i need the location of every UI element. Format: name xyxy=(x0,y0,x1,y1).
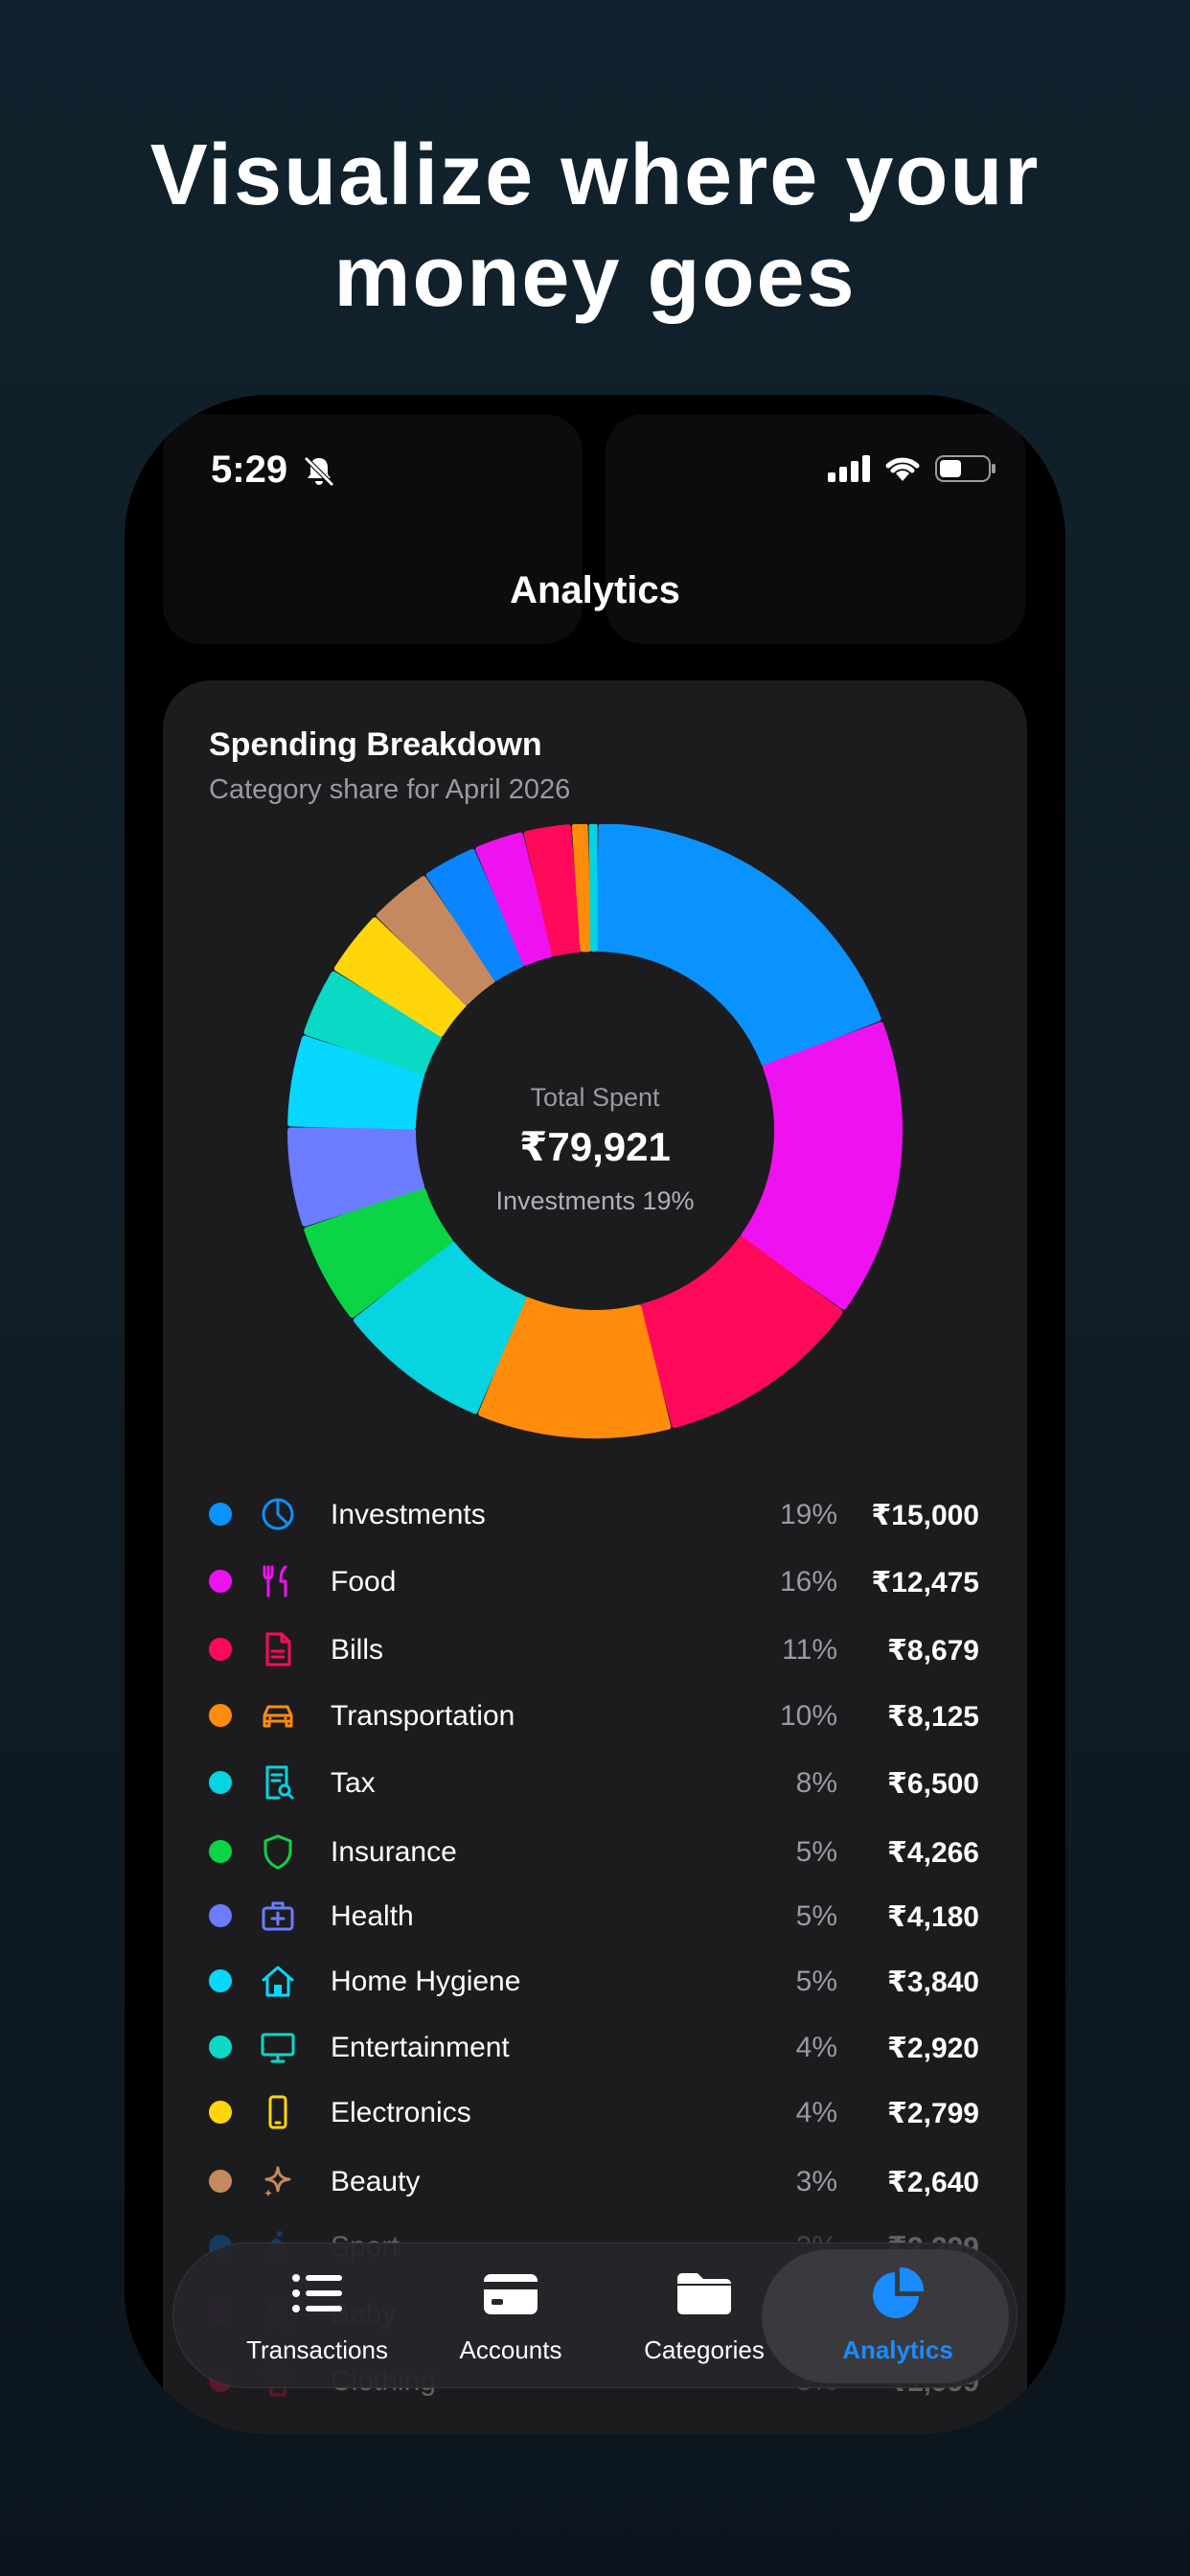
category-percent: 5% xyxy=(795,1900,837,1932)
document-icon xyxy=(265,1632,291,1667)
headline-line-1: Visualize where your xyxy=(149,127,1041,223)
category-percent: 5% xyxy=(795,1966,837,1997)
category-name: Insurance xyxy=(331,1836,457,1868)
category-name: Investments xyxy=(331,1499,486,1530)
headline-line-2: money goes xyxy=(333,229,857,325)
status-time: 5:29 xyxy=(211,448,288,491)
color-dot xyxy=(209,1771,232,1794)
category-amount: ₹3,840 xyxy=(887,1966,979,1998)
wifi-icon xyxy=(885,457,920,481)
tab-label: Accounts xyxy=(459,2335,562,2364)
battery-icon xyxy=(935,455,995,482)
sparkle-icon xyxy=(264,2166,291,2197)
category-row-entertainment[interactable]: Entertainment 4% ₹2,920 xyxy=(163,2018,1027,2076)
medical-kit-icon xyxy=(262,1901,294,1931)
category-amount: ₹2,799 xyxy=(887,2098,979,2129)
tab-label: Categories xyxy=(644,2335,765,2364)
category-percent: 16% xyxy=(779,1566,837,1598)
category-amount: ₹4,266 xyxy=(887,1837,979,1869)
category-amount: ₹6,500 xyxy=(887,1768,979,1800)
category-row-food[interactable]: Food 16% ₹12,475 xyxy=(163,1552,1027,1610)
category-row-electronics[interactable]: Electronics 4% ₹2,799 xyxy=(163,2083,1027,2141)
monitor-icon xyxy=(261,2033,295,2063)
color-dot xyxy=(209,1638,232,1661)
card-subtitle: Category share for April 2026 xyxy=(209,774,571,805)
phone-frame: 5:29 Analytics Spending Breakdown Catego… xyxy=(125,395,1065,2434)
category-percent: 8% xyxy=(795,1767,837,1799)
category-name: Health xyxy=(331,1900,414,1932)
category-percent: 19% xyxy=(779,1499,837,1530)
color-dot xyxy=(209,1969,232,1992)
category-name: Tax xyxy=(331,1767,376,1799)
category-name: Transportation xyxy=(331,1700,515,1732)
color-dot xyxy=(209,1570,232,1593)
category-amount: ₹8,125 xyxy=(887,1701,979,1733)
category-name: Entertainment xyxy=(331,2032,510,2063)
color-dot xyxy=(209,2170,232,2193)
cellular-signal-icon xyxy=(828,455,870,482)
category-name: Home Hygiene xyxy=(331,1966,521,1997)
tab-categories[interactable]: Categories xyxy=(608,2243,800,2389)
total-spent-value: ₹79,921 xyxy=(519,1124,671,1169)
tab-label: Analytics xyxy=(842,2335,953,2364)
category-percent: 11% xyxy=(782,1634,837,1666)
category-amount: ₹12,475 xyxy=(871,1567,979,1598)
category-amount: ₹4,180 xyxy=(887,1901,979,1933)
top-category-share: Investments 19% xyxy=(495,1186,695,1215)
color-dot xyxy=(209,2101,232,2124)
category-percent: 4% xyxy=(795,2032,837,2063)
category-name: Beauty xyxy=(331,2166,421,2197)
color-dot xyxy=(209,1704,232,1727)
tab-accounts[interactable]: Accounts xyxy=(415,2243,606,2389)
pie-chart-icon xyxy=(262,1498,294,1530)
card-title: Spending Breakdown xyxy=(209,726,542,763)
car-icon xyxy=(263,1705,293,1728)
tab-analytics[interactable]: Analytics xyxy=(802,2243,994,2389)
color-dot xyxy=(209,1840,232,1863)
category-row-bills[interactable]: Bills 11% ₹8,679 xyxy=(163,1621,1027,1678)
status-icons xyxy=(828,454,996,483)
category-percent: 3% xyxy=(795,2166,837,2197)
screen-title: Analytics xyxy=(510,569,680,611)
color-dot xyxy=(209,2036,232,2058)
category-amount: ₹15,000 xyxy=(871,1500,979,1531)
category-amount: ₹8,679 xyxy=(887,1635,979,1667)
category-amount: ₹2,640 xyxy=(887,2167,979,2198)
shield-icon xyxy=(263,1834,292,1870)
card-icon xyxy=(484,2274,538,2314)
category-row-transportation[interactable]: Transportation 10% ₹8,125 xyxy=(163,1687,1027,1744)
headline: Visualize where your money goes xyxy=(0,125,1190,328)
category-name: Bills xyxy=(331,1634,384,1666)
category-row-investments[interactable]: Investments 19% ₹15,000 xyxy=(163,1485,1027,1543)
tab-bar: Transactions Accounts Categories Analyti… xyxy=(172,2242,1018,2388)
pie-chart-icon xyxy=(873,2266,925,2318)
category-name: Food xyxy=(331,1566,397,1598)
category-row-beauty[interactable]: Beauty 3% ₹2,640 xyxy=(163,2152,1027,2210)
bell-muted-icon xyxy=(304,456,334,487)
category-row-home-hygiene[interactable]: Home Hygiene 5% ₹3,840 xyxy=(163,1952,1027,2010)
spending-breakdown-card: Spending Breakdown Category share for Ap… xyxy=(163,680,1027,2434)
category-row-insurance[interactable]: Insurance 5% ₹4,266 xyxy=(163,1823,1027,1880)
category-percent: 5% xyxy=(795,1836,837,1868)
category-row-health[interactable]: Health 5% ₹4,180 xyxy=(163,1887,1027,1944)
color-dot xyxy=(209,1904,232,1927)
category-percent: 4% xyxy=(795,2097,837,2128)
tab-transactions[interactable]: Transactions xyxy=(221,2243,413,2389)
fork-knife-icon xyxy=(263,1565,287,1598)
folder-icon xyxy=(677,2273,731,2314)
category-row-tax[interactable]: Tax 8% ₹6,500 xyxy=(163,1754,1027,1811)
list-icon xyxy=(292,2274,342,2312)
receipt-search-icon xyxy=(265,1765,294,1800)
house-icon xyxy=(262,1966,294,1997)
color-dot xyxy=(209,1503,232,1526)
total-spent-label: Total Spent xyxy=(530,1083,660,1112)
category-percent: 10% xyxy=(779,1700,837,1732)
donut-slice-other-2[interactable] xyxy=(588,824,598,953)
category-name: Electronics xyxy=(331,2097,471,2128)
tab-label: Transactions xyxy=(246,2335,388,2364)
donut-slice-investments[interactable] xyxy=(595,824,881,1067)
phone-icon xyxy=(268,2095,287,2129)
category-amount: ₹2,920 xyxy=(887,2033,979,2064)
